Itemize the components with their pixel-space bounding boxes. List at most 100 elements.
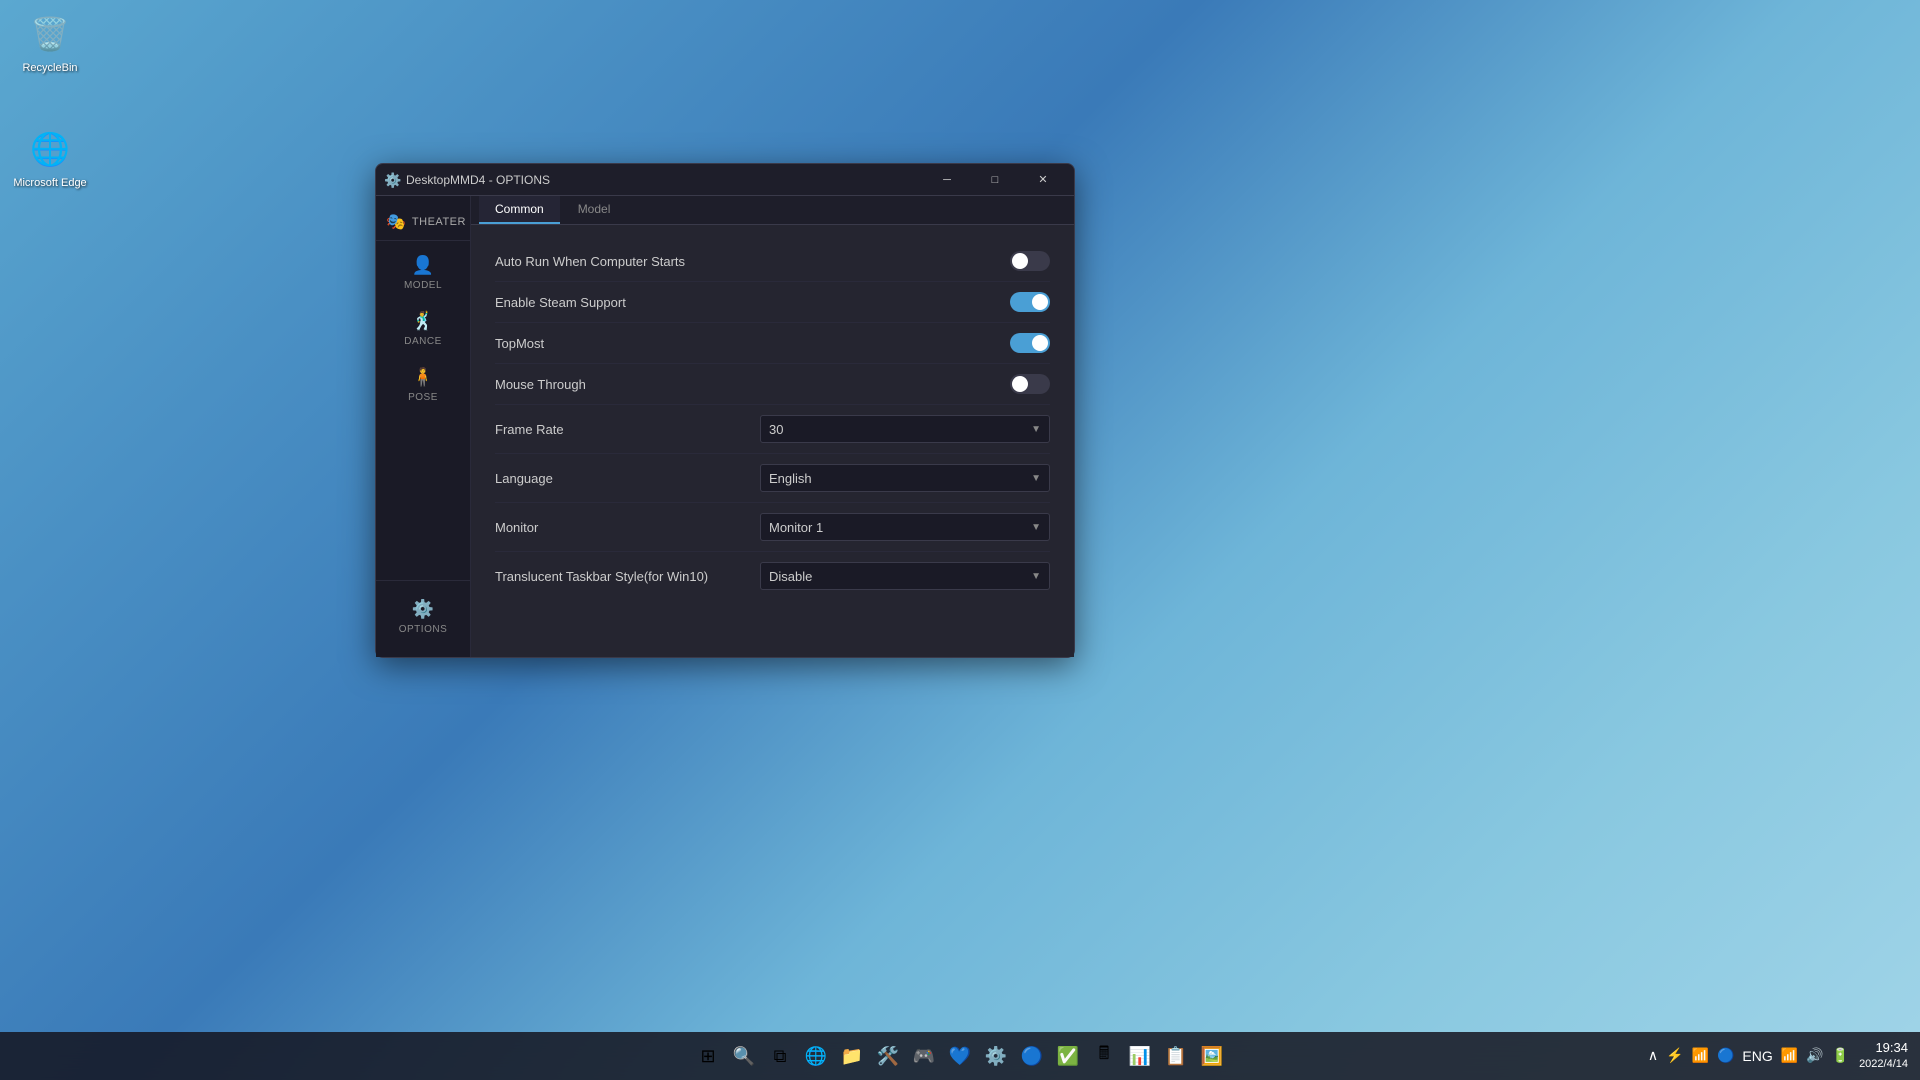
monitor-value: Monitor 1: [769, 520, 823, 535]
minimize-button[interactable]: ─: [924, 164, 970, 196]
auto-run-knob: [1012, 253, 1028, 269]
maximize-button[interactable]: □: [972, 164, 1018, 196]
theater-header: 🎭 THEATER: [376, 204, 470, 241]
steam-taskbar-button[interactable]: 🎮: [908, 1040, 940, 1072]
tray-icon-bluetooth: 🔵: [1715, 1045, 1736, 1066]
taskbar-style-dropdown[interactable]: Disable ▼: [760, 562, 1050, 590]
pose-icon: 🧍: [412, 367, 434, 388]
app-icon: ⚙️: [384, 172, 400, 188]
vs-taskbar-button[interactable]: 💙: [944, 1040, 976, 1072]
topmost-toggle[interactable]: [1010, 333, 1050, 353]
tray-battery: 🔋: [1830, 1045, 1851, 1066]
taskbar: ⊞ 🔍 ⧉ 🌐 📁 🛠️ 🎮 💙 ⚙️ 🔵 ✅ 🖩 📊 📋 🖼️ ∧ ⚡ 📶 🔵…: [0, 1032, 1920, 1080]
model-icon: 👤: [412, 255, 434, 276]
desktop: 🗑️ RecycleBin 🌐 Microsoft Edge ⚙️ Deskto…: [0, 0, 1920, 1080]
recycle-bin-label: RecycleBin: [22, 62, 77, 74]
sidebar: 🎭 THEATER 👤 MODEL 🕺 DANCE 🧍 POSE: [376, 196, 471, 657]
tray-icon-2: 📶: [1690, 1045, 1711, 1066]
calc-taskbar-button[interactable]: 🖩: [1088, 1040, 1120, 1072]
taskbar-date: 2022/4/14: [1859, 1057, 1908, 1072]
options-label: OPTIONS: [399, 624, 448, 635]
steam-label: Enable Steam Support: [495, 295, 626, 310]
steam-toggle[interactable]: [1010, 292, 1050, 312]
window-title: DesktopMMD4 - OPTIONS: [406, 173, 924, 187]
setting-row-taskbar-style: Translucent Taskbar Style(for Win10) Dis…: [495, 552, 1050, 600]
taskbar-style-value: Disable: [769, 569, 812, 584]
setting-row-language: Language English ▼: [495, 454, 1050, 503]
ps-taskbar-button[interactable]: 🖼️: [1196, 1040, 1228, 1072]
auto-run-toggle[interactable]: [1010, 251, 1050, 271]
setting-row-steam: Enable Steam Support: [495, 282, 1050, 323]
mouse-through-label: Mouse Through: [495, 377, 586, 392]
dance-label: DANCE: [404, 336, 442, 347]
tabs-bar: Common Model: [471, 196, 1074, 225]
steam-knob: [1032, 294, 1048, 310]
window-controls: ─ □ ✕: [924, 164, 1066, 196]
frame-rate-dropdown[interactable]: 30 ▼: [760, 415, 1050, 443]
language-arrow: ▼: [1031, 473, 1041, 484]
tab-model[interactable]: Model: [562, 196, 627, 224]
monitor-label: Monitor: [495, 520, 538, 535]
tray-wifi: 📶: [1779, 1045, 1800, 1066]
frame-rate-arrow: ▼: [1031, 424, 1041, 435]
taskbar-right: ∧ ⚡ 📶 🔵 ENG 📶 🔊 🔋 19:34 2022/4/14: [1646, 1039, 1908, 1073]
search-button[interactable]: 🔍: [728, 1040, 760, 1072]
sidebar-item-dance[interactable]: 🕺 DANCE: [376, 301, 470, 357]
edge-taskbar-button[interactable]: 🌐: [800, 1040, 832, 1072]
language-dropdown[interactable]: English ▼: [760, 464, 1050, 492]
taskbar-time: 19:34: [1859, 1039, 1908, 1057]
language-value: English: [769, 471, 812, 486]
start-button[interactable]: ⊞: [692, 1040, 724, 1072]
sidebar-bottom: ⚙️ OPTIONS: [376, 580, 470, 649]
tray-volume[interactable]: 🔊: [1804, 1045, 1825, 1066]
tabs-area: Common Model Auto Run When Computer Star…: [471, 196, 1074, 657]
frame-rate-label: Frame Rate: [495, 422, 564, 437]
taskbar-center: ⊞ 🔍 ⧉ 🌐 📁 🛠️ 🎮 💙 ⚙️ 🔵 ✅ 🖩 📊 📋 🖼️: [692, 1040, 1228, 1072]
theater-label: THEATER: [412, 216, 466, 228]
setting-row-mouse-through: Mouse Through: [495, 364, 1050, 405]
sidebar-item-options[interactable]: ⚙️ OPTIONS: [376, 589, 470, 645]
options-window: ⚙️ DesktopMMD4 - OPTIONS ─ □ ✕ 🎭 THEATER…: [375, 163, 1075, 658]
taskbar-clock[interactable]: 19:34 2022/4/14: [1859, 1039, 1908, 1073]
theater-icon: 🎭: [386, 212, 406, 232]
taskbar-style-label: Translucent Taskbar Style(for Win10): [495, 569, 708, 584]
model-label: MODEL: [404, 280, 442, 291]
widget2-taskbar-button[interactable]: 📋: [1160, 1040, 1192, 1072]
desktop-icon-edge[interactable]: 🌐 Microsoft Edge: [10, 125, 90, 189]
pose-label: POSE: [408, 392, 438, 403]
setting-row-monitor: Monitor Monitor 1 ▼: [495, 503, 1050, 552]
check-taskbar-button[interactable]: ✅: [1052, 1040, 1084, 1072]
setting-row-topmost: TopMost: [495, 323, 1050, 364]
tray-lang[interactable]: ENG: [1740, 1046, 1774, 1066]
title-bar: ⚙️ DesktopMMD4 - OPTIONS ─ □ ✕: [376, 164, 1074, 196]
topmost-knob: [1032, 335, 1048, 351]
mouse-through-toggle[interactable]: [1010, 374, 1050, 394]
auto-run-label: Auto Run When Computer Starts: [495, 254, 685, 269]
desktop-icon-recycle-bin[interactable]: 🗑️ RecycleBin: [10, 10, 90, 74]
system-tray: ∧ ⚡ 📶 🔵 ENG 📶 🔊 🔋: [1646, 1045, 1851, 1066]
frame-rate-value: 30: [769, 422, 783, 437]
language-label: Language: [495, 471, 553, 486]
tray-icon-1: ⚡: [1664, 1045, 1685, 1066]
mouse-through-knob: [1012, 376, 1028, 392]
sidebar-item-pose[interactable]: 🧍 POSE: [376, 357, 470, 413]
edge2-taskbar-button[interactable]: 🔵: [1016, 1040, 1048, 1072]
setting-row-frame-rate: Frame Rate 30 ▼: [495, 405, 1050, 454]
close-button[interactable]: ✕: [1020, 164, 1066, 196]
window-body: 🎭 THEATER 👤 MODEL 🕺 DANCE 🧍 POSE: [376, 196, 1074, 657]
edge-label: Microsoft Edge: [13, 177, 86, 189]
taskbar-style-arrow: ▼: [1031, 571, 1041, 582]
tab-common[interactable]: Common: [479, 196, 560, 224]
tools-taskbar-button[interactable]: 🛠️: [872, 1040, 904, 1072]
recycle-bin-icon: 🗑️: [26, 10, 74, 58]
monitor-arrow: ▼: [1031, 522, 1041, 533]
settings-taskbar-button[interactable]: ⚙️: [980, 1040, 1012, 1072]
tray-chevron[interactable]: ∧: [1646, 1045, 1660, 1066]
task-view-button[interactable]: ⧉: [764, 1040, 796, 1072]
monitor-dropdown[interactable]: Monitor 1 ▼: [760, 513, 1050, 541]
explorer-taskbar-button[interactable]: 📁: [836, 1040, 868, 1072]
edge-icon: 🌐: [26, 125, 74, 173]
widget1-taskbar-button[interactable]: 📊: [1124, 1040, 1156, 1072]
options-icon: ⚙️: [412, 599, 434, 620]
sidebar-item-model[interactable]: 👤 MODEL: [376, 245, 470, 301]
